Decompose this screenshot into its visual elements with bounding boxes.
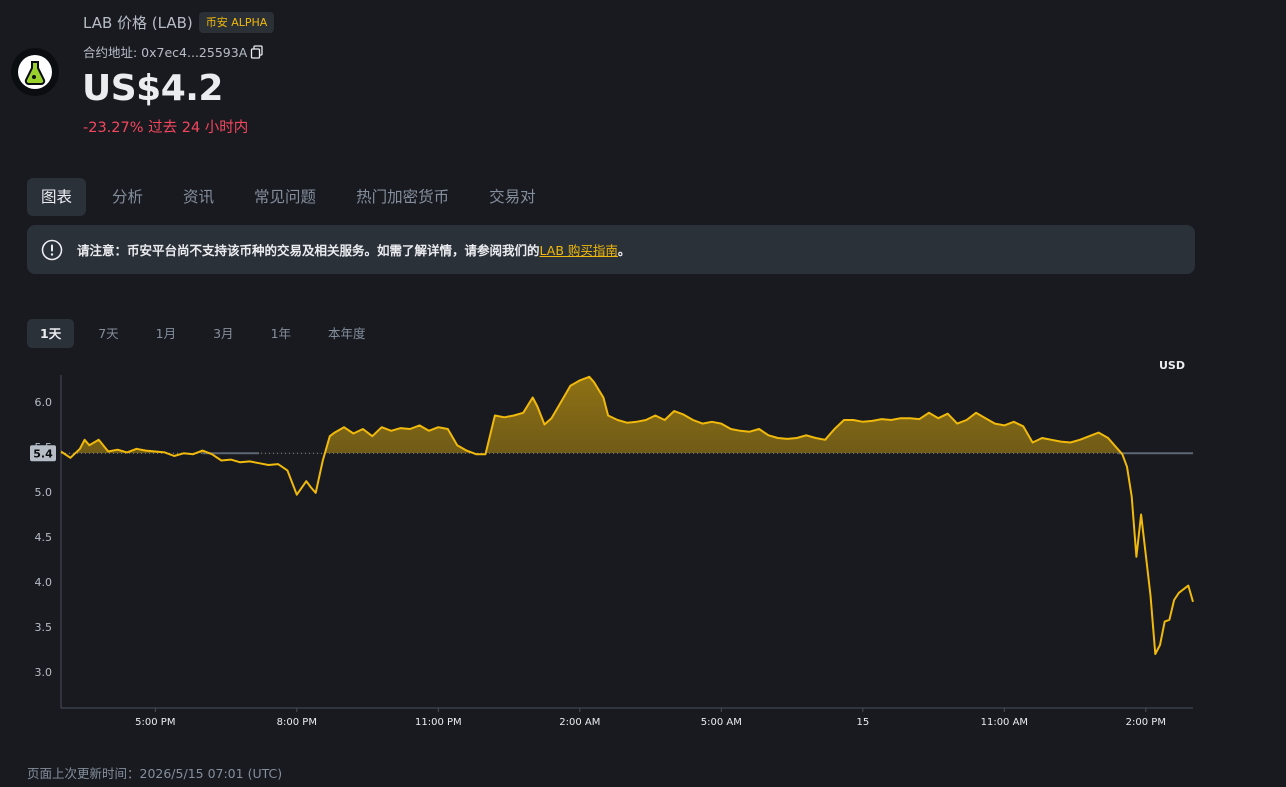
notice-banner: 请注意：币安平台尚不支持该币种的交易及相关服务。如需了解详情，请参阅我们的 LA… bbox=[27, 225, 1195, 274]
range-1d[interactable]: 1天 bbox=[27, 319, 75, 348]
current-price: US$4.2 bbox=[82, 68, 223, 109]
price-line bbox=[60, 375, 1194, 655]
tab-bar: 图表 分析 资讯 常见问题 热门加密货币 交易对 bbox=[27, 178, 562, 216]
tab-pairs[interactable]: 交易对 bbox=[475, 178, 550, 216]
range-ytd[interactable]: 本年度 bbox=[315, 319, 379, 348]
info-icon bbox=[41, 239, 63, 261]
lab-flask-icon bbox=[18, 55, 52, 89]
buy-guide-link[interactable]: LAB 购买指南 bbox=[540, 240, 618, 259]
currency-label: USD bbox=[1159, 359, 1185, 372]
y-tick-label: 3.0 bbox=[35, 666, 53, 679]
x-tick-label: 15 bbox=[856, 717, 869, 728]
y-tick-label: 4.0 bbox=[35, 576, 53, 589]
x-tick-label: 2:00 PM bbox=[1126, 717, 1166, 728]
contract-label: 合约地址: 0x7ec4...25593A bbox=[83, 45, 248, 60]
y-tick-label: 5.0 bbox=[35, 486, 53, 499]
last-updated: 页面上次更新时间：2026/5/15 07:01 (UTC) bbox=[27, 766, 283, 781]
alpha-badge[interactable]: 币安 ALPHA bbox=[198, 12, 275, 33]
title-row: LAB 价格 (LAB) 币安 ALPHA bbox=[83, 12, 275, 33]
notice-suffix: 。 bbox=[617, 243, 631, 258]
copy-icon[interactable] bbox=[250, 44, 264, 59]
tab-news[interactable]: 资讯 bbox=[169, 178, 228, 216]
token-logo bbox=[11, 48, 59, 96]
baseline-tag: 5.4 bbox=[30, 445, 56, 462]
x-tick-label: 11:00 AM bbox=[981, 717, 1028, 728]
price-chart[interactable]: USD 6.05.55.04.54.03.53.0 5:00 PM8:00 PM… bbox=[0, 355, 1286, 730]
tab-analysis[interactable]: 分析 bbox=[98, 178, 157, 216]
y-tick-label: 3.5 bbox=[35, 621, 53, 634]
tab-trending[interactable]: 热门加密货币 bbox=[342, 178, 463, 216]
range-1y[interactable]: 1年 bbox=[258, 319, 304, 348]
x-tick-label: 2:00 AM bbox=[559, 717, 600, 728]
token-title: LAB 价格 (LAB) bbox=[83, 14, 193, 32]
y-tick-label: 4.5 bbox=[35, 531, 53, 544]
price-change: -23.27% 过去 24 小时内 bbox=[83, 120, 249, 136]
range-1m[interactable]: 1月 bbox=[143, 319, 189, 348]
x-tick-label: 8:00 PM bbox=[277, 717, 317, 728]
time-range-selector: 1天 7天 1月 3月 1年 本年度 bbox=[27, 319, 390, 348]
price-area-fill bbox=[61, 376, 1193, 454]
notice-text: 请注意：币安平台尚不支持该币种的交易及相关服务。如需了解详情，请参阅我们的 bbox=[77, 243, 540, 258]
y-tick-label: 6.0 bbox=[35, 396, 53, 409]
x-tick-label: 11:00 PM bbox=[415, 717, 462, 728]
range-7d[interactable]: 7天 bbox=[85, 319, 131, 348]
x-tick-label: 5:00 PM bbox=[135, 717, 175, 728]
baseline-tag-label: 5.4 bbox=[33, 447, 53, 460]
tab-chart[interactable]: 图表 bbox=[27, 178, 87, 216]
range-3m[interactable]: 3月 bbox=[200, 319, 246, 348]
tab-faq[interactable]: 常见问题 bbox=[240, 178, 330, 216]
contract-address: 合约地址: 0x7ec4...25593A bbox=[83, 42, 264, 61]
x-tick-label: 5:00 AM bbox=[701, 717, 742, 728]
